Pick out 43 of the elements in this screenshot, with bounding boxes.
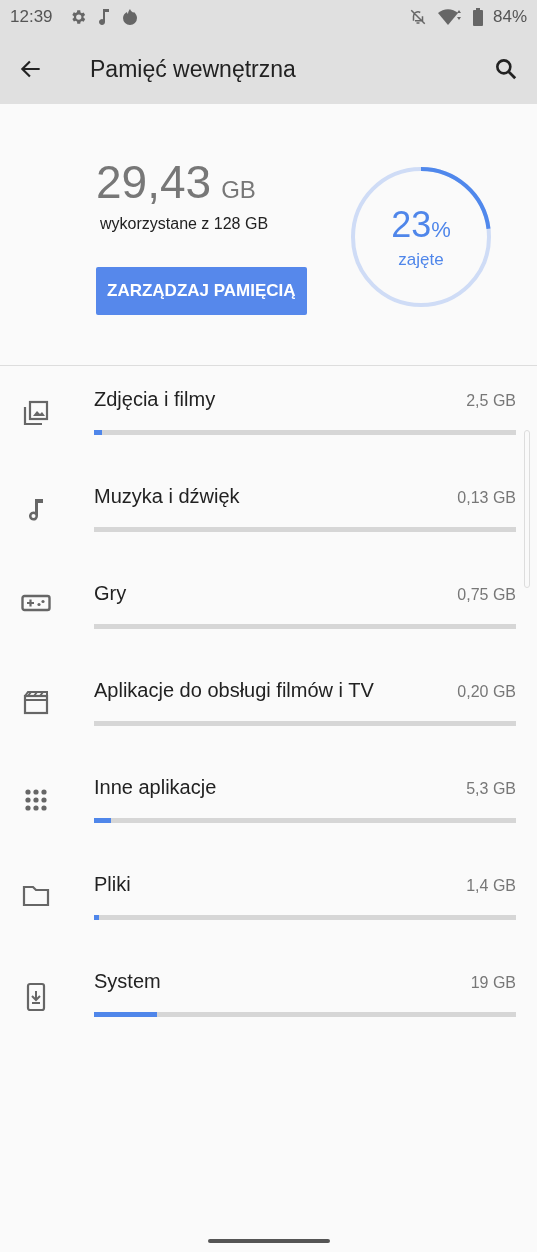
used-unit: GB xyxy=(221,175,256,204)
category-name: System xyxy=(94,970,161,993)
clapperboard-icon xyxy=(23,691,49,715)
app-grid-icon xyxy=(24,788,48,812)
phone-download-icon xyxy=(26,982,46,1012)
category-size: 19 GB xyxy=(470,974,516,992)
bell-off-icon xyxy=(408,8,427,26)
category-size: 1,4 GB xyxy=(466,877,516,895)
category-size: 5,3 GB xyxy=(466,780,516,798)
percent-sign: % xyxy=(431,216,451,242)
gamepad-icon xyxy=(21,594,51,612)
category-size: 0,13 GB xyxy=(457,489,516,507)
category-row[interactable]: Pliki 1,4 GB xyxy=(0,855,537,952)
music-note-icon xyxy=(96,8,111,26)
flame-icon xyxy=(120,8,139,26)
category-row[interactable]: Aplikacje do obsługi filmów i TV 0,20 GB xyxy=(0,661,537,758)
category-size: 0,75 GB xyxy=(457,586,516,604)
category-name: Inne aplikacje xyxy=(94,776,217,799)
category-name: Muzyka i dźwięk xyxy=(94,485,240,508)
category-name: Pliki xyxy=(94,873,131,896)
battery-level: 84% xyxy=(492,7,527,27)
music-note-icon xyxy=(27,497,45,521)
category-row[interactable]: Inne aplikacje 5,3 GB xyxy=(0,758,537,855)
category-row[interactable]: Gry 0,75 GB xyxy=(0,564,537,661)
category-name: Aplikacje do obsługi filmów i TV xyxy=(94,679,374,702)
category-row[interactable]: System 19 GB xyxy=(0,952,537,1049)
search-icon xyxy=(493,56,519,82)
wifi-icon xyxy=(436,8,463,26)
screen-title: Pamięć wewnętrzna xyxy=(90,55,297,83)
used-caption: wykorzystane z 128 GB xyxy=(100,214,269,233)
battery-icon xyxy=(472,8,483,26)
category-size: 2,5 GB xyxy=(466,392,516,410)
status-time: 12:39 xyxy=(10,7,53,27)
ring-label: zajęte xyxy=(398,249,444,270)
category-name: Zdjęcia i filmy xyxy=(94,388,216,411)
used-amount: 29,43 xyxy=(96,154,212,209)
category-size: 0,20 GB xyxy=(457,683,516,701)
photo-library-icon xyxy=(23,400,49,426)
percent-value: 23 xyxy=(391,203,432,245)
category-row[interactable]: Zdjęcia i filmy 2,5 GB xyxy=(0,370,537,467)
category-row[interactable]: Muzyka i dźwięk 0,13 GB xyxy=(0,467,537,564)
folder-icon xyxy=(22,885,50,907)
category-name: Gry xyxy=(94,582,127,605)
